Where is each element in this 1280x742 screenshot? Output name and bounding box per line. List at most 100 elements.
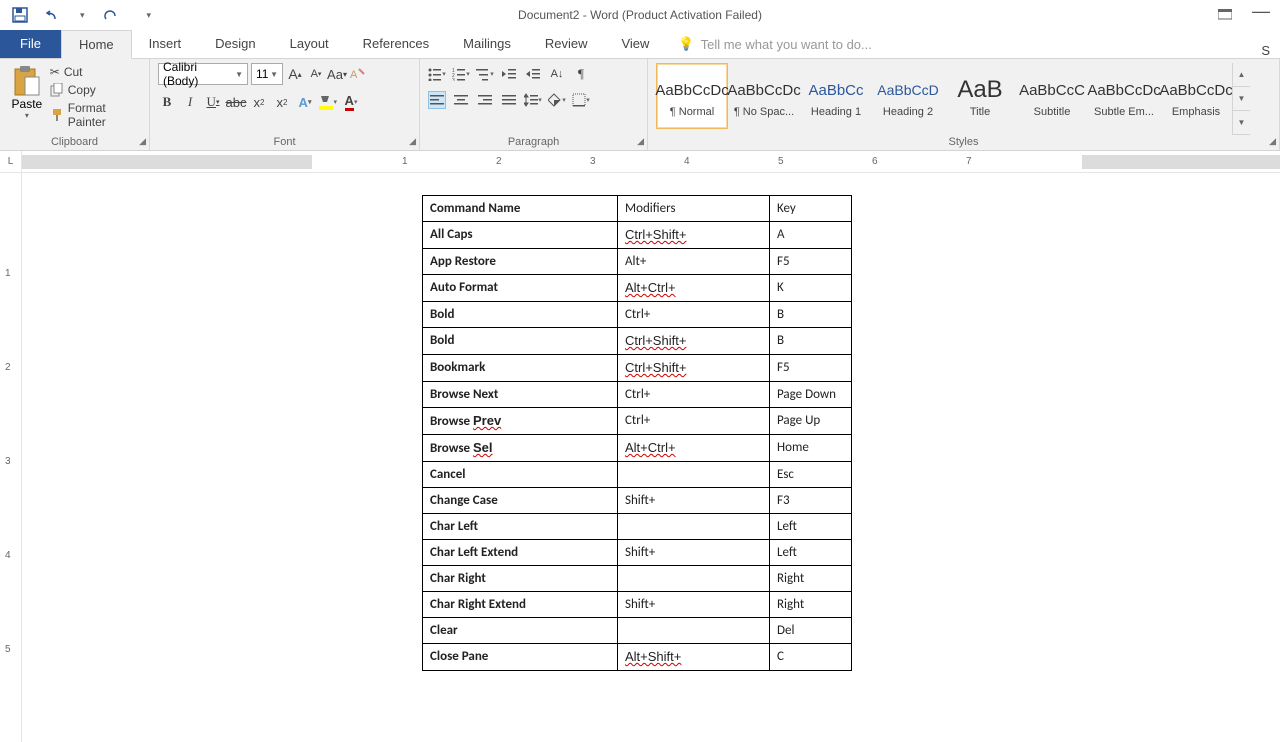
- styles-expand-icon[interactable]: ▼: [1233, 111, 1250, 135]
- table-row[interactable]: App Restore Alt+ F5: [423, 249, 852, 275]
- grow-font-icon[interactable]: A▴: [286, 65, 304, 83]
- tab-home[interactable]: Home: [61, 30, 132, 59]
- tab-mailings[interactable]: Mailings: [446, 29, 528, 58]
- table-row[interactable]: Char Right Right: [423, 566, 852, 592]
- table-row[interactable]: Browse Prev Ctrl+ Page Up: [423, 408, 852, 435]
- table-row[interactable]: Cancel Esc: [423, 462, 852, 488]
- style-item-subtitle[interactable]: AaBbCcCSubtitle: [1016, 63, 1088, 129]
- minimize-icon[interactable]: —: [1252, 1, 1270, 22]
- clipboard-dialog-launcher-icon[interactable]: ◢: [139, 136, 146, 147]
- superscript-icon[interactable]: x2: [273, 93, 291, 111]
- align-left-icon[interactable]: [428, 91, 446, 109]
- style-item-subtle-em-[interactable]: AaBbCcDcSubtle Em...: [1088, 63, 1160, 129]
- copy-button[interactable]: Copy: [50, 83, 141, 97]
- style-preview: AaBbCcDc: [1159, 74, 1232, 106]
- underline-icon[interactable]: U▾: [204, 93, 222, 111]
- undo-icon[interactable]: [46, 7, 62, 23]
- paste-button[interactable]: Paste ▾: [8, 63, 46, 135]
- line-spacing-icon[interactable]: ▾: [524, 91, 542, 109]
- share-button[interactable]: S: [1261, 43, 1280, 58]
- table-row[interactable]: Browse Next Ctrl+ Page Down: [423, 382, 852, 408]
- change-case-icon[interactable]: Aa▾: [328, 65, 346, 83]
- clear-formatting-icon[interactable]: A: [349, 65, 367, 83]
- italic-icon[interactable]: I: [181, 93, 199, 111]
- font-color-icon[interactable]: A▾: [342, 93, 360, 111]
- table-cell: Cancel: [423, 462, 618, 488]
- styles-scroll-up-icon[interactable]: ▲: [1233, 63, 1250, 87]
- paragraph-dialog-launcher-icon[interactable]: ◢: [637, 136, 644, 147]
- ruler-number: 3: [5, 456, 11, 467]
- redo-icon[interactable]: [103, 7, 119, 23]
- decrease-indent-icon[interactable]: [500, 65, 518, 83]
- paste-label: Paste: [12, 97, 43, 111]
- subscript-icon[interactable]: x2: [250, 93, 268, 111]
- tab-references[interactable]: References: [346, 29, 446, 58]
- horizontal-ruler[interactable]: 1234567: [22, 153, 1280, 171]
- style-item--no-spac-[interactable]: AaBbCcDc¶ No Spac...: [728, 63, 800, 129]
- borders-icon[interactable]: ▾: [572, 91, 590, 109]
- table-row[interactable]: Char Left Extend Shift+ Left: [423, 540, 852, 566]
- tab-insert[interactable]: Insert: [132, 29, 199, 58]
- tab-layout[interactable]: Layout: [273, 29, 346, 58]
- style-item-heading-2[interactable]: AaBbCcDHeading 2: [872, 63, 944, 129]
- table-row[interactable]: Browse Sel Alt+Ctrl+ Home: [423, 435, 852, 462]
- table-row[interactable]: Bold Ctrl+Shift+ B: [423, 328, 852, 355]
- justify-icon[interactable]: [500, 91, 518, 109]
- scissors-icon: ✂: [50, 65, 60, 79]
- align-right-icon[interactable]: [476, 91, 494, 109]
- tab-design[interactable]: Design: [198, 29, 272, 58]
- window-controls: —: [1218, 5, 1280, 26]
- document-area: 12345 Command Name Modifiers Key All Cap…: [0, 173, 1280, 742]
- table-row[interactable]: Bookmark Ctrl+Shift+ F5: [423, 355, 852, 382]
- vertical-ruler[interactable]: 12345: [0, 173, 22, 742]
- multilevel-list-icon[interactable]: ▾: [476, 65, 494, 83]
- table-row[interactable]: Auto Format Alt+Ctrl+ K: [423, 275, 852, 302]
- pilcrow-icon[interactable]: ¶: [572, 65, 590, 83]
- styles-dialog-launcher-icon[interactable]: ◢: [1269, 136, 1276, 147]
- align-center-icon[interactable]: [452, 91, 470, 109]
- style-item-title[interactable]: AaBTitle: [944, 63, 1016, 129]
- table-cell: [618, 462, 770, 488]
- tab-review[interactable]: Review: [528, 29, 605, 58]
- ribbon-display-icon[interactable]: [1218, 9, 1232, 21]
- numbering-icon[interactable]: 123▾: [452, 65, 470, 83]
- table-row[interactable]: Clear Del: [423, 618, 852, 644]
- cut-button[interactable]: ✂Cut: [50, 65, 141, 79]
- shading-icon[interactable]: ▾: [548, 91, 566, 109]
- table-row[interactable]: Close Pane Alt+Shift+ C: [423, 644, 852, 671]
- table-row[interactable]: Change Case Shift+ F3: [423, 488, 852, 514]
- table-row[interactable]: Char Right Extend Shift+ Right: [423, 592, 852, 618]
- ribbon-tabs: File Home Insert Design Layout Reference…: [0, 30, 1280, 59]
- format-painter-button[interactable]: Format Painter: [50, 101, 141, 129]
- page-viewport[interactable]: Command Name Modifiers Key All Caps Ctrl…: [22, 173, 1280, 742]
- increase-indent-icon[interactable]: [524, 65, 542, 83]
- tab-view[interactable]: View: [604, 29, 666, 58]
- tell-me-search[interactable]: 💡 Tell me what you want to do...: [666, 30, 883, 58]
- style-item--normal[interactable]: AaBbCcDc¶ Normal: [656, 63, 728, 129]
- styles-scroll-down-icon[interactable]: ▼: [1233, 87, 1250, 111]
- bold-icon[interactable]: B: [158, 93, 176, 111]
- style-item-emphasis[interactable]: AaBbCcDcEmphasis: [1160, 63, 1232, 129]
- font-dialog-launcher-icon[interactable]: ◢: [409, 136, 416, 147]
- strikethrough-icon[interactable]: abc: [227, 93, 245, 111]
- shortcuts-table[interactable]: Command Name Modifiers Key All Caps Ctrl…: [422, 195, 852, 671]
- style-item-heading-1[interactable]: AaBbCcHeading 1: [800, 63, 872, 129]
- table-row[interactable]: Char Left Left: [423, 514, 852, 540]
- table-row[interactable]: Bold Ctrl+ B: [423, 302, 852, 328]
- font-size-combo[interactable]: 11▼: [251, 63, 283, 85]
- table-cell: Change Case: [423, 488, 618, 514]
- bullets-icon[interactable]: ▾: [428, 65, 446, 83]
- sort-icon[interactable]: A↓: [548, 65, 566, 83]
- font-family-combo[interactable]: Calibri (Body)▼: [158, 63, 248, 85]
- shrink-font-icon[interactable]: A▾: [307, 65, 325, 83]
- save-icon[interactable]: [12, 7, 28, 23]
- table-row[interactable]: All Caps Ctrl+Shift+ A: [423, 222, 852, 249]
- table-cell: [618, 514, 770, 540]
- highlight-icon[interactable]: ▾: [319, 93, 337, 111]
- tab-selector-icon[interactable]: L: [0, 151, 22, 173]
- style-preview: AaBbCcC: [1019, 74, 1085, 106]
- tab-file[interactable]: File: [0, 29, 61, 58]
- undo-dropdown-icon[interactable]: ▾: [80, 10, 85, 21]
- qat-customize-icon[interactable]: ▾: [147, 10, 152, 21]
- text-effects-icon[interactable]: A▾: [296, 93, 314, 111]
